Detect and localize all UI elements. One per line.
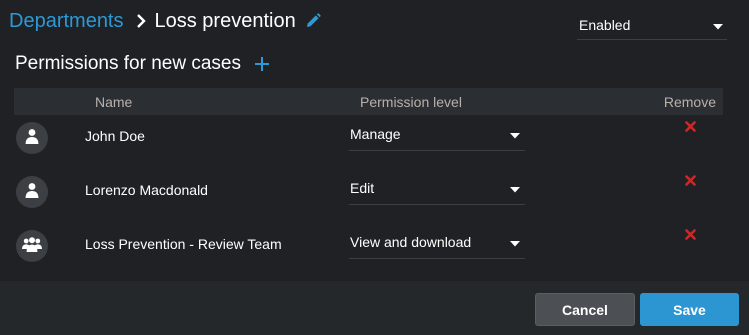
avatar (16, 122, 48, 154)
row-name: Loss Prevention - Review Team (85, 236, 282, 252)
row-name: John Doe (85, 128, 145, 144)
caret-down-icon (510, 126, 520, 142)
permission-level-value: View and download (350, 234, 472, 250)
row-name: Lorenzo Macdonald (85, 182, 208, 198)
breadcrumb: Departments Loss prevention (9, 8, 321, 34)
remove-icon[interactable] (684, 228, 696, 240)
section-heading: Permissions for new cases (15, 53, 269, 75)
section-title: Permissions for new cases (15, 53, 241, 74)
save-button[interactable]: Save (640, 293, 739, 326)
permission-level-dropdown[interactable]: Manage (349, 118, 525, 151)
page-title: Loss prevention (154, 9, 296, 32)
permission-level-dropdown[interactable]: View and download (349, 226, 525, 259)
remove-icon[interactable] (684, 174, 696, 186)
group-icon (22, 236, 42, 257)
dialog-footer: Cancel Save (0, 281, 749, 335)
table-row: Lorenzo Macdonald Edit (0, 164, 749, 218)
column-header-permission-level: Permission level (360, 94, 462, 110)
table-row: Loss Prevention - Review Team View and d… (0, 218, 749, 272)
remove-icon[interactable] (684, 120, 696, 132)
cancel-button[interactable]: Cancel (535, 293, 635, 326)
caret-down-icon (510, 234, 520, 250)
status-dropdown-value: Enabled (579, 16, 631, 33)
plus-icon[interactable] (254, 57, 269, 71)
breadcrumb-link-departments[interactable]: Departments (9, 10, 124, 33)
avatar (16, 176, 48, 208)
table-row: John Doe Manage (0, 110, 749, 164)
caret-down-icon (713, 17, 723, 33)
chevron-right-icon (136, 14, 146, 28)
avatar (16, 230, 48, 262)
permission-level-value: Edit (350, 180, 375, 196)
column-header-name: Name (95, 94, 133, 110)
column-header-remove: Remove (663, 94, 716, 110)
user-icon (24, 128, 40, 149)
user-icon (24, 182, 40, 203)
status-dropdown[interactable]: Enabled (577, 10, 727, 40)
permission-level-value: Manage (350, 126, 401, 142)
caret-down-icon (510, 180, 520, 196)
pencil-icon[interactable] (305, 13, 321, 29)
permission-level-dropdown[interactable]: Edit (349, 172, 525, 205)
